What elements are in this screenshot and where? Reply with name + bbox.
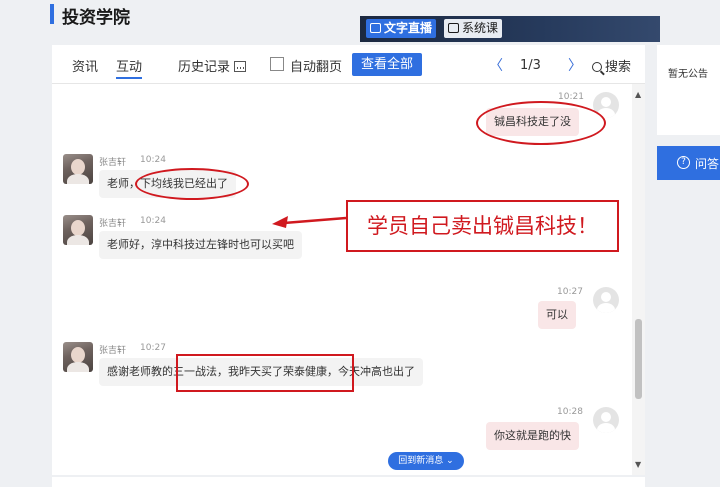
avatar bbox=[593, 407, 619, 433]
tab-live-label: 文字直播 bbox=[384, 21, 433, 35]
avatar bbox=[63, 154, 93, 184]
tab-live-text[interactable]: 文字直播 bbox=[366, 19, 437, 38]
message-time: 10:24 bbox=[140, 216, 166, 226]
scroll-up-icon[interactable]: ▲ bbox=[635, 90, 641, 99]
chat-panel: 资讯 互动 历史记录 自动翻页 查看全部 〈 1/3 〉 搜索 10:21 铖昌… bbox=[52, 45, 645, 475]
annotation-callout: 学员自己卖出铖昌科技！ bbox=[346, 200, 619, 252]
highlight-oval bbox=[135, 168, 249, 200]
brand-accent-bar bbox=[50, 4, 54, 24]
page-title: 投资学院 bbox=[62, 8, 130, 28]
tab-course-label: 系统课 bbox=[462, 21, 499, 35]
calendar-icon bbox=[234, 61, 247, 72]
tab-system-course[interactable]: 系统课 bbox=[444, 19, 503, 38]
notice-text: 暂无公告 bbox=[668, 69, 708, 80]
header-banner: 文字直播 系统课 bbox=[360, 16, 660, 42]
message-time: 10:21 bbox=[558, 92, 584, 102]
header: 投资学院 文字直播 系统课 bbox=[0, 0, 720, 42]
back-to-new-messages-button[interactable]: 回到新消息 ⌄ bbox=[388, 452, 464, 470]
history-label: 历史记录 bbox=[178, 60, 231, 75]
message-time: 10:27 bbox=[140, 343, 166, 353]
sender-name: 张吉轩 bbox=[99, 219, 127, 229]
search-button[interactable]: 搜索 bbox=[592, 56, 631, 75]
message-bubble: 可以 bbox=[538, 301, 576, 329]
search-icon bbox=[592, 62, 602, 72]
live-icon bbox=[370, 23, 381, 33]
message-time: 10:24 bbox=[140, 155, 166, 165]
message-time: 10:27 bbox=[557, 287, 583, 297]
chat-messages: 10:21 铖昌科技走了没 张吉轩 10:24 老师，下均线我已经出了 张吉轩 … bbox=[52, 84, 632, 475]
pager-next-icon[interactable]: 〉 bbox=[568, 55, 582, 75]
input-area-edge bbox=[52, 477, 645, 487]
avatar bbox=[593, 287, 619, 313]
search-label: 搜索 bbox=[605, 60, 632, 75]
highlight-oval bbox=[476, 101, 606, 145]
scroll-down-icon[interactable]: ▼ bbox=[635, 460, 641, 469]
chat-toolbar: 资讯 互动 历史记录 自动翻页 查看全部 〈 1/3 〉 搜索 bbox=[52, 45, 645, 84]
message-bubble: 老师好，淳中科技过左锋时也可以买吧 bbox=[99, 231, 302, 259]
auto-page-label: 自动翻页 bbox=[290, 60, 343, 75]
message-bubble: 你这就是跑的快 bbox=[486, 422, 579, 450]
tab-interact[interactable]: 互动 bbox=[116, 56, 143, 79]
pager-prev-icon[interactable]: 〈 bbox=[489, 55, 503, 75]
tab-news[interactable]: 资讯 bbox=[72, 56, 98, 75]
auto-page-checkbox[interactable] bbox=[270, 57, 284, 71]
message-time: 10:28 bbox=[557, 407, 583, 417]
page-indicator: 1/3 bbox=[520, 58, 541, 73]
notice-panel: 暂无公告 bbox=[657, 45, 720, 135]
view-all-button[interactable]: 查看全部 bbox=[352, 53, 422, 76]
history-link[interactable]: 历史记录 bbox=[178, 56, 247, 75]
sender-name: 张吉轩 bbox=[99, 346, 127, 356]
avatar bbox=[63, 342, 93, 372]
qa-label: 问答 bbox=[695, 157, 720, 171]
avatar bbox=[63, 215, 93, 245]
image-icon bbox=[448, 23, 459, 33]
scroll-thumb[interactable] bbox=[635, 319, 642, 399]
chat-scrollbar[interactable]: ▲ ▼ bbox=[632, 84, 645, 475]
annotation-arrow-icon bbox=[272, 216, 347, 228]
highlight-rect bbox=[176, 354, 354, 392]
qa-button[interactable]: ? 问答 bbox=[657, 146, 720, 180]
question-icon: ? bbox=[677, 156, 690, 169]
sender-name: 张吉轩 bbox=[99, 158, 127, 168]
